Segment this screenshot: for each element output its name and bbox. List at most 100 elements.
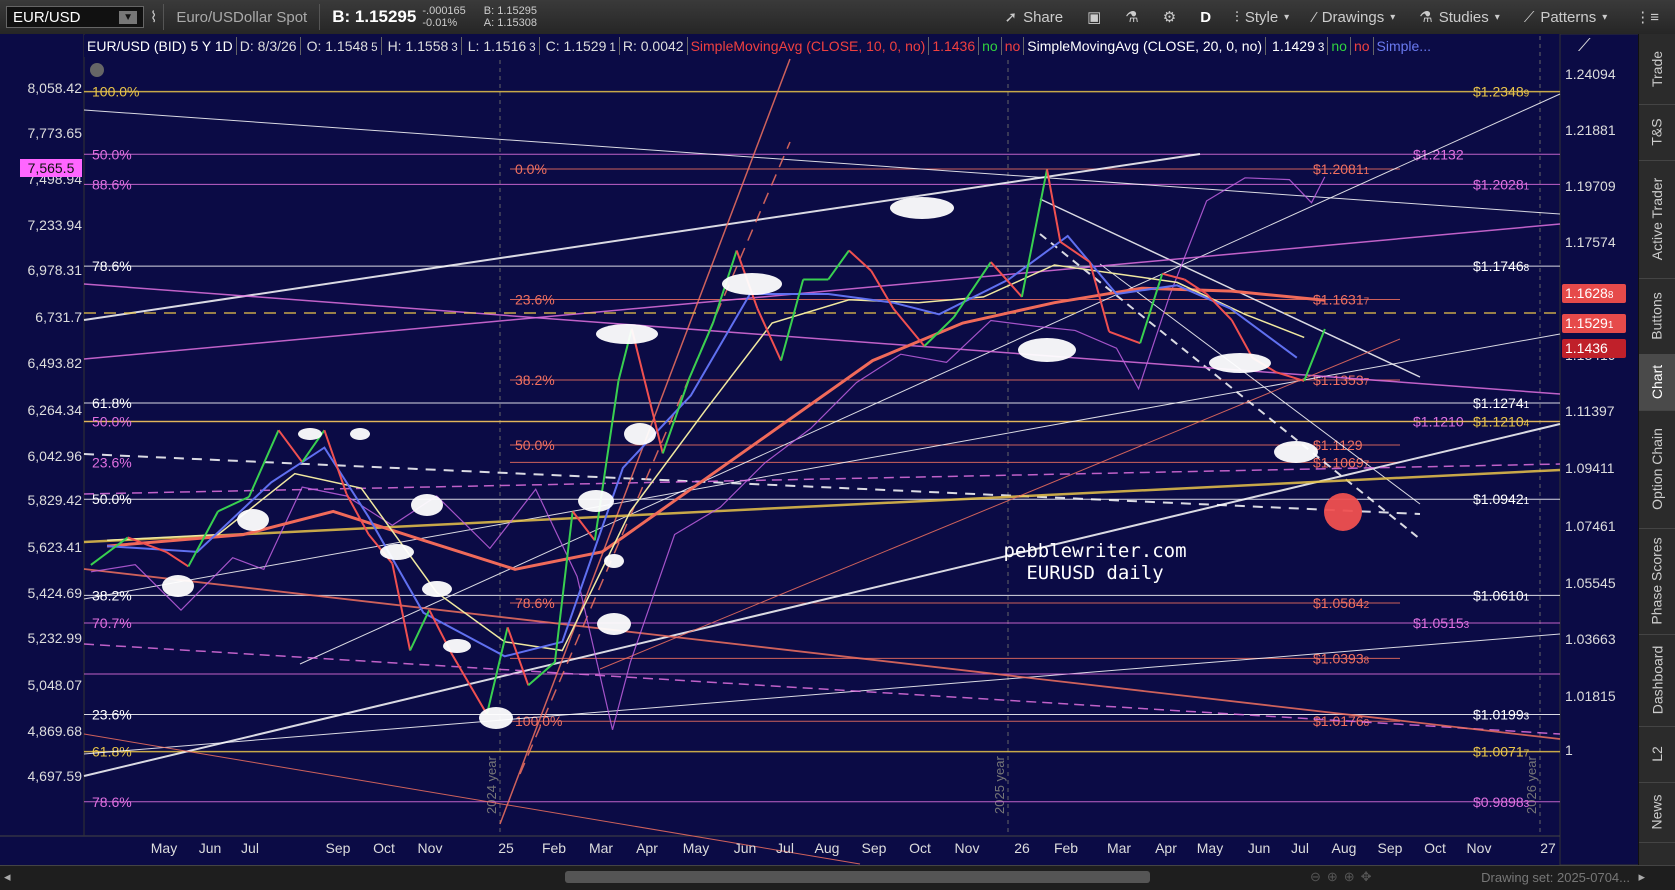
- info-range: R: 0.0042: [620, 38, 687, 54]
- symbol-select[interactable]: EUR/USD ▼: [6, 6, 144, 28]
- level-label: $1.05842: [1313, 595, 1370, 611]
- flask-icon: ⚗: [1419, 8, 1432, 26]
- x-axis-label: Sep: [1378, 840, 1403, 856]
- left-axis-tick: 5,048.07: [28, 677, 83, 693]
- x-axis-label: Aug: [1332, 840, 1357, 856]
- patterns-button[interactable]: ⟋ Patterns ▾: [1512, 9, 1619, 26]
- sma10-no[interactable]: no: [1002, 38, 1024, 54]
- fib-label: 78.6%: [515, 595, 555, 611]
- right-axis-tick: 1.21881: [1565, 122, 1616, 138]
- menu-button[interactable]: ⋮≡: [1619, 8, 1675, 26]
- fib-label: 50.0%: [92, 146, 132, 162]
- more-studies[interactable]: Simple...: [1374, 38, 1434, 54]
- symbol-description: Euro/USDollar Spot: [164, 9, 319, 26]
- menu-icon: ⋮≡: [1635, 8, 1659, 26]
- pencil-icon: ⁄: [1313, 9, 1316, 26]
- annotation-oval: [578, 490, 614, 512]
- x-axis-label: Apr: [636, 840, 658, 856]
- low-value: L: 1.1516: [465, 38, 529, 54]
- sidebar-tab-dashboard[interactable]: Dashboard: [1639, 634, 1675, 727]
- sma20-no[interactable]: no: [1351, 38, 1373, 54]
- scroll-right-icon[interactable]: ▸: [1638, 869, 1645, 885]
- sma20-sub: 3: [1318, 41, 1324, 54]
- symbol-label: EUR/USD: [13, 9, 81, 26]
- snapshot-button[interactable]: ▣: [1075, 8, 1113, 26]
- level-label-sub: 8: [1364, 655, 1370, 666]
- right-axis-tick: 1.01815: [1565, 688, 1616, 704]
- info-open: O: 1.15485: [301, 38, 381, 54]
- sidebar-tab-l2[interactable]: L2: [1639, 726, 1675, 783]
- left-axis-tick: 4,697.59: [28, 768, 83, 784]
- candles-icon: ⫶: [1235, 9, 1239, 26]
- fib-label: 78.6%: [92, 794, 132, 810]
- link-icon[interactable]: ⌇: [144, 8, 163, 26]
- period-button[interactable]: D: [1188, 9, 1223, 26]
- drawings-button[interactable]: ⁄ Drawings ▾: [1301, 9, 1407, 26]
- sma10-label[interactable]: SimpleMovingAvg (CLOSE, 10, 0, no): [688, 38, 929, 54]
- scroll-left-icon[interactable]: ◂: [4, 869, 11, 885]
- sma20-label[interactable]: SimpleMovingAvg (CLOSE, 20, 0, no): [1024, 38, 1265, 54]
- fib-label: 78.6%: [92, 258, 132, 274]
- x-axis-label: Jun: [734, 840, 757, 856]
- x-axis-label: Nov: [955, 840, 980, 856]
- annotation-oval: [1018, 338, 1076, 362]
- annotation-oval: [1209, 353, 1271, 373]
- close-value: C: 1.1529: [543, 38, 610, 54]
- sma20-yes[interactable]: no: [1328, 38, 1350, 54]
- annotation-oval: [380, 544, 414, 560]
- ask-small: A: 1.15308: [484, 17, 537, 29]
- annotation-oval: [890, 197, 954, 219]
- info-date: D: 8/3/26: [237, 38, 300, 54]
- annotation-oval: [624, 423, 656, 445]
- x-axis-label: Jul: [1291, 840, 1309, 856]
- level-label: $1.12741: [1473, 395, 1530, 411]
- bottom-bar: ◂ ⊖⊕⊕✥ Drawing set: 2025-0704... ▸: [0, 865, 1675, 890]
- right-axis-tick: 1.11397: [1565, 403, 1615, 419]
- gear-icon: ⚙: [1163, 8, 1176, 26]
- zoom-icons[interactable]: ⊖⊕⊕✥: [1310, 869, 1378, 885]
- share-button[interactable]: ➚ Share: [993, 8, 1076, 26]
- sidebar-tab-news[interactable]: News: [1639, 782, 1675, 843]
- horizontal-scrollbar[interactable]: [565, 871, 1150, 883]
- level-label-sub: 1: [1524, 496, 1530, 507]
- studies-button[interactable]: ⚗ Studies ▾: [1407, 8, 1512, 26]
- sidebar-tab-label: Active Trader: [1649, 178, 1665, 260]
- settings-button[interactable]: ⚙: [1151, 8, 1188, 26]
- chevron-down-icon: ▾: [1602, 12, 1607, 23]
- style-button[interactable]: ⫶ Style ▾: [1223, 9, 1301, 26]
- sidebar-tab-buttons[interactable]: Buttons: [1639, 278, 1675, 355]
- price-chart[interactable]: 2024 year2025 year2026 year$1.23489$1.21…: [0, 34, 1675, 865]
- sidebar-tab-chart[interactable]: Chart: [1639, 354, 1675, 411]
- level-label-sub: 8: [1364, 718, 1370, 729]
- open-value: O: 1.1548: [304, 38, 372, 54]
- chart-title: EUR/USD (BID) 5 Y 1D: [84, 38, 236, 54]
- sidebar-tab-active-trader[interactable]: Active Trader: [1639, 160, 1675, 279]
- level-label: $1.12104: [1473, 414, 1530, 430]
- x-axis-label: Oct: [909, 840, 931, 856]
- sidebar-tab-phase-scores[interactable]: Phase Scores: [1639, 528, 1675, 635]
- sidebar-tab-option-chain[interactable]: Option Chain: [1639, 410, 1675, 529]
- x-axis-label: Jul: [241, 840, 259, 856]
- camera-icon: ▣: [1087, 8, 1101, 26]
- sidebar-tab-label: Option Chain: [1649, 428, 1665, 510]
- x-axis-label: Oct: [373, 840, 395, 856]
- x-axis-label: May: [1197, 840, 1223, 856]
- flask-button[interactable]: ⚗: [1113, 8, 1150, 26]
- drawing-set-label[interactable]: Drawing set: 2025-0704...: [1481, 870, 1630, 885]
- price-marker-sub: 8: [1608, 290, 1614, 301]
- left-axis-tick: 5,829.42: [28, 492, 83, 508]
- sma10-value: 1.1436: [929, 38, 978, 54]
- left-axis-tick: 7,233.94: [28, 217, 83, 233]
- right-axis-tick: 1: [1565, 742, 1573, 758]
- x-axis-label: Apr: [1155, 840, 1177, 856]
- sma10-yes[interactable]: no: [979, 38, 1001, 54]
- price-marker-label: 1.16288: [1565, 285, 1614, 301]
- change-block: -.000165 -0.01%: [422, 5, 465, 29]
- right-axis-tick: 1.09411: [1565, 460, 1615, 476]
- sidebar-tab-trade[interactable]: Trade: [1639, 34, 1675, 105]
- sidebar-tab-t-s[interactable]: T&S: [1639, 104, 1675, 161]
- right-axis-tick: 1.24094: [1565, 66, 1616, 82]
- left-axis-tick: 6,264.34: [28, 402, 83, 418]
- x-axis-label: Mar: [1107, 840, 1131, 856]
- left-axis-tick: 5,232.99: [28, 630, 83, 646]
